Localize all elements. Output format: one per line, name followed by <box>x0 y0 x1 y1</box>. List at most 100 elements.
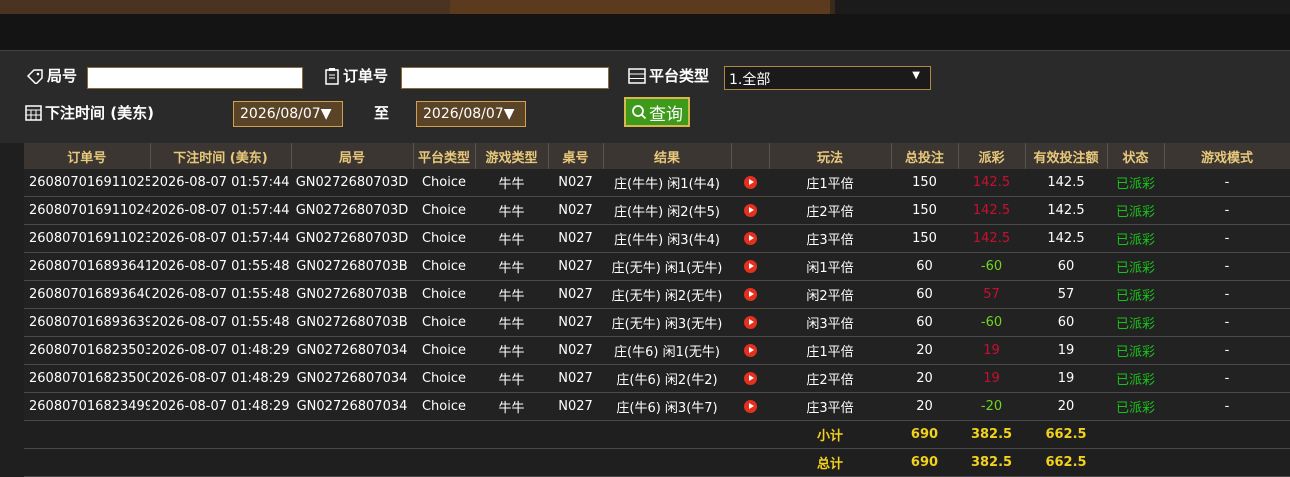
play-video-icon[interactable] <box>743 204 757 217</box>
platform-cell: Choice <box>413 308 475 337</box>
order-input[interactable] <box>401 67 609 89</box>
platform-cell: Choice <box>413 392 475 421</box>
column-header[interactable]: 局号 <box>291 143 414 169</box>
tag-icon <box>26 68 43 84</box>
total-valid: 662.5 <box>1025 448 1107 477</box>
total-row: 总计 690 382.5 662.5 <box>24 448 1290 477</box>
column-header[interactable]: 游戏模式 <box>1164 143 1290 169</box>
time-cell: 2026-08-07 01:48:29 <box>150 392 291 421</box>
replay[interactable] <box>731 308 769 337</box>
result-cell: 庄(无牛) 闲1(无牛) <box>603 252 731 281</box>
total-bet-cell: 20 <box>891 364 958 393</box>
background-banner <box>0 0 1290 14</box>
time-cell: 2026-08-07 01:55:48 <box>150 280 291 309</box>
subtotal-valid: 662.5 <box>1025 420 1107 449</box>
table-row: 260807016823499 2026-08-07 01:48:29 GN0272… <box>24 392 1290 421</box>
replay[interactable] <box>731 392 769 421</box>
column-header[interactable]: 下注时间 (美东) <box>150 143 292 169</box>
subtotal-row: 小计 690 382.5 662.5 <box>24 420 1290 449</box>
date-to-picker[interactable]: 2026/08/07▼ <box>416 101 526 127</box>
time-cell: 2026-08-07 01:48:29 <box>150 336 291 365</box>
platform-cell: Choice <box>413 196 475 225</box>
platform-select[interactable]: 1.全部 ▼ <box>724 66 931 90</box>
column-header[interactable]: 玩法 <box>769 143 892 169</box>
play-video-icon[interactable] <box>743 372 757 385</box>
play-video-icon[interactable] <box>743 316 757 329</box>
total-bet-cell: 20 <box>891 392 958 421</box>
status-cell: 已派彩 <box>1107 308 1164 337</box>
search-button[interactable]: 查询 <box>624 97 690 127</box>
total-bet-cell: 60 <box>891 308 958 337</box>
payout-cell: 19 <box>958 364 1025 393</box>
valid-bet-cell: 57 <box>1025 280 1107 309</box>
column-header[interactable]: 订单号 <box>24 143 151 169</box>
banner-right <box>835 0 1290 14</box>
payout-cell: 142.5 <box>958 196 1025 225</box>
replay[interactable] <box>731 280 769 309</box>
total-label: 总计 <box>769 448 891 477</box>
payout-cell: 142.5 <box>958 169 1025 197</box>
table-row: 260807016823503 2026-08-07 01:48:29 GN0272… <box>24 336 1290 365</box>
result-cell: 庄(牛6) 闲2(牛2) <box>603 364 731 393</box>
replay[interactable] <box>731 364 769 393</box>
round-input[interactable] <box>87 67 303 89</box>
time-cell: 2026-08-07 01:57:44 <box>150 224 291 253</box>
column-header[interactable]: 总投注 <box>891 143 959 169</box>
table-number-cell: N027 <box>548 169 603 197</box>
time-cell: 2026-08-07 01:55:48 <box>150 252 291 281</box>
round-cell: GN0272680703D <box>291 224 413 253</box>
column-header[interactable]: 有效投注额 <box>1025 143 1108 169</box>
payout-cell: 19 <box>958 336 1025 365</box>
filter-panel: 局号 订单号 平台类型 1.全部 ▼ 下注时间 (美东) 2026/08/07▼… <box>0 51 1290 143</box>
table-number-cell: N027 <box>548 308 603 337</box>
column-header[interactable]: 状态 <box>1107 143 1165 169</box>
play-video-icon[interactable] <box>743 344 757 357</box>
table-number-cell: N027 <box>548 336 603 365</box>
order-cell: 260807016823499 <box>24 392 150 421</box>
table-row: 260807016893640 2026-08-07 01:55:48 GN0272… <box>24 280 1290 309</box>
round-cell: GN0272680703B <box>291 252 413 281</box>
result-cell: 庄(牛6) 闲1(无牛) <box>603 336 731 365</box>
total-payout: 382.5 <box>958 448 1025 477</box>
bet-type-cell: 庄3平倍 <box>769 392 891 421</box>
date-from-picker[interactable]: 2026/08/07▼ <box>233 101 343 127</box>
play-video-icon[interactable] <box>743 288 757 301</box>
replay[interactable] <box>731 169 769 197</box>
game-mode-cell: - <box>1164 224 1290 253</box>
dropdown-arrow-icon: ▼ <box>503 106 515 122</box>
round-cell: GN0272680703B <box>291 280 413 309</box>
subtotal-bet: 690 <box>891 420 958 449</box>
table-number-cell: N027 <box>548 196 603 225</box>
order-cell: 260807016823500 <box>24 364 150 393</box>
order-cell: 260807016911023 <box>24 224 150 253</box>
column-header[interactable]: 游戏类型 <box>475 143 549 169</box>
game-mode-cell: - <box>1164 196 1290 225</box>
round-filter-label: 局号 <box>26 65 77 86</box>
time-filter-label: 下注时间 (美东) <box>25 102 154 123</box>
play-video-icon[interactable] <box>743 260 757 273</box>
payout-cell: 142.5 <box>958 224 1025 253</box>
column-header <box>731 143 770 169</box>
game-type-cell: 牛牛 <box>475 280 548 309</box>
replay[interactable] <box>731 196 769 225</box>
replay[interactable] <box>731 252 769 281</box>
round-cell: GN02726807034 <box>291 336 413 365</box>
platform-cell: Choice <box>413 364 475 393</box>
total-bet-cell: 150 <box>891 224 958 253</box>
play-video-icon[interactable] <box>743 232 757 245</box>
dropdown-arrow-icon: ▼ <box>320 106 332 122</box>
replay[interactable] <box>731 336 769 365</box>
game-mode-cell: - <box>1164 280 1290 309</box>
payout-cell: -60 <box>958 252 1025 281</box>
replay[interactable] <box>731 224 769 253</box>
column-header[interactable]: 平台类型 <box>413 143 476 169</box>
column-header[interactable]: 结果 <box>603 143 732 169</box>
status-cell: 已派彩 <box>1107 169 1164 197</box>
play-video-icon[interactable] <box>743 176 757 189</box>
valid-bet-cell: 19 <box>1025 336 1107 365</box>
table-header-row: 订单号 下注时间 (美东) 局号 平台类型 游戏类型 桌号 结果 玩法 总投注 … <box>24 143 1290 169</box>
column-header[interactable]: 桌号 <box>548 143 604 169</box>
game-type-cell: 牛牛 <box>475 196 548 225</box>
play-video-icon[interactable] <box>743 400 757 413</box>
column-header[interactable]: 派彩 <box>958 143 1026 169</box>
